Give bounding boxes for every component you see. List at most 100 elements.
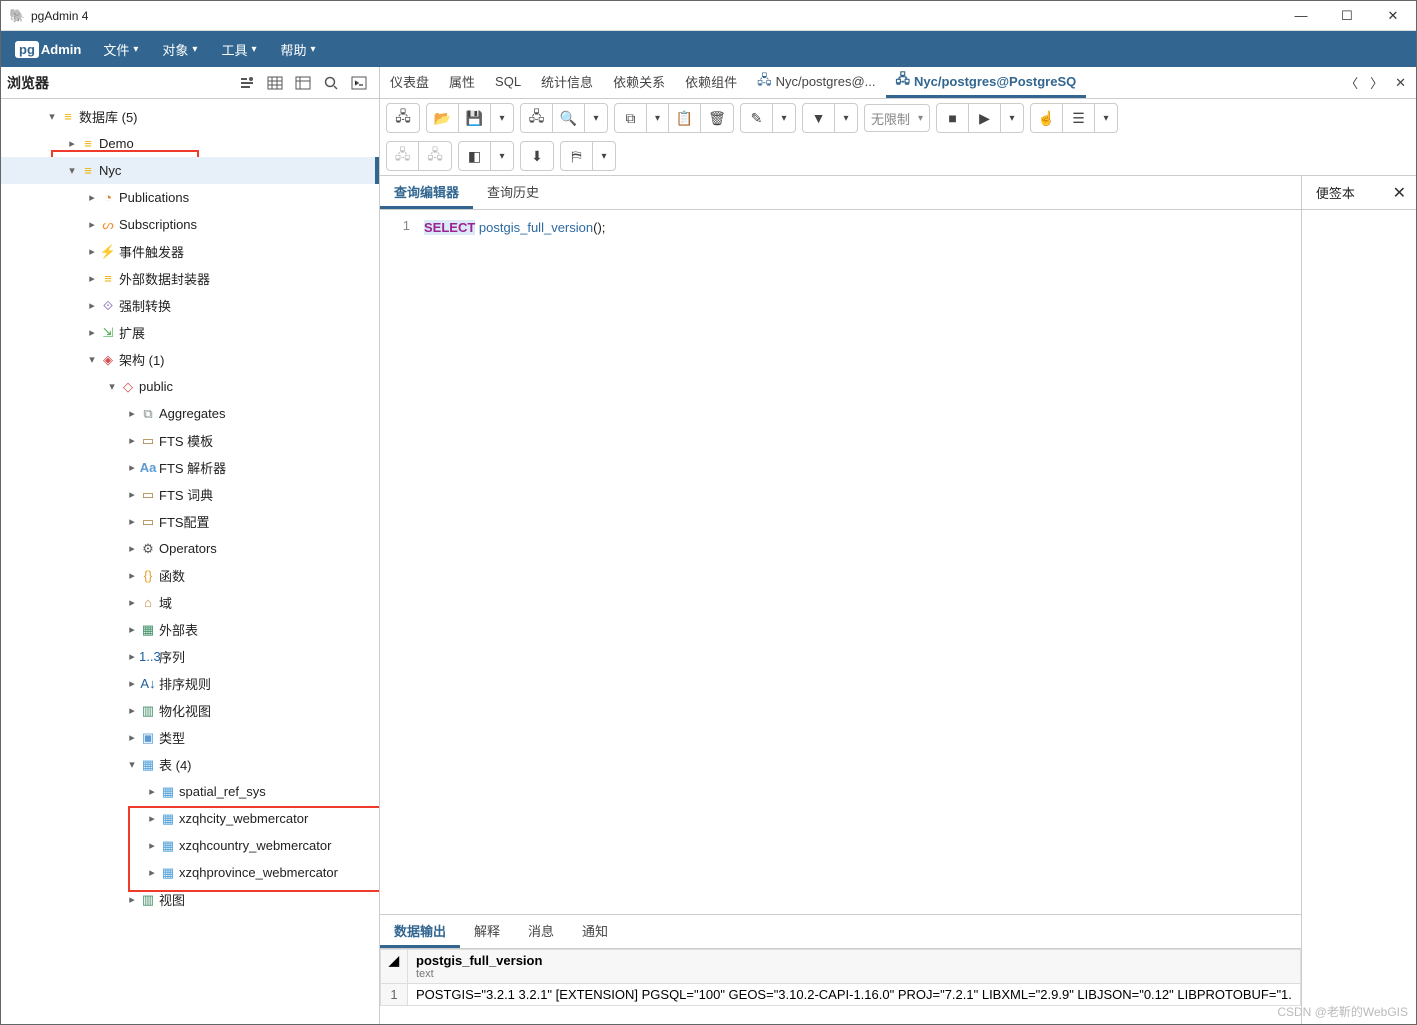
save-icon[interactable]: 💾 <box>459 104 491 132</box>
tab-notifications[interactable]: 通知 <box>568 915 622 948</box>
explain-dropdown-icon[interactable]: ▾ <box>1095 104 1117 132</box>
menu-file[interactable]: 文件▾ <box>91 31 150 67</box>
search-icon[interactable] <box>317 70 345 96</box>
tree-collations[interactable]: ▸A↓排序规则 <box>1 670 379 697</box>
tab-dependencies[interactable]: 依赖关系 <box>603 67 675 98</box>
column-header[interactable]: postgis_full_versiontext <box>408 950 1301 984</box>
tree-fts-parsers[interactable]: ▸AaFTS 解析器 <box>1 454 379 481</box>
foreign-wrappers-icon: ≡ <box>99 271 117 286</box>
close-button[interactable]: ✕ <box>1370 1 1416 31</box>
delete-icon[interactable]: 🗑 <box>701 104 733 132</box>
tree-functions[interactable]: ▸{}函数 <box>1 562 379 589</box>
tab-close-icon[interactable]: ✕ <box>1391 73 1410 93</box>
tree-table-item[interactable]: ▸▦xzqhcity_webmercator <box>1 805 379 832</box>
tree-fts-dictionaries[interactable]: ▸▭FTS 词典 <box>1 481 379 508</box>
execute-dropdown-icon[interactable]: ▾ <box>1001 104 1023 132</box>
explain-icon[interactable]: ☝ <box>1031 104 1063 132</box>
copy-dropdown-icon[interactable]: ▾ <box>647 104 669 132</box>
filter-rows-icon[interactable] <box>289 70 317 96</box>
tab-statistics[interactable]: 统计信息 <box>531 67 603 98</box>
tree-table-item[interactable]: ▸▦xzqhprovince_webmercator <box>1 859 379 886</box>
menu-tools[interactable]: 工具▾ <box>209 31 268 67</box>
tree-operators[interactable]: ▸⚙Operators <box>1 535 379 562</box>
rollback-icon[interactable]: 🖧 <box>419 142 451 170</box>
tree-schema-public[interactable]: ▾◇public <box>1 373 379 400</box>
tree-types[interactable]: ▸▣类型 <box>1 724 379 751</box>
tree-event-triggers[interactable]: ▸⚡事件触发器 <box>1 238 379 265</box>
tree-views[interactable]: ▸▥视图 <box>1 886 379 913</box>
view-data-icon[interactable] <box>261 70 289 96</box>
open-file-icon[interactable]: 📂 <box>427 104 459 132</box>
tab-explain[interactable]: 解释 <box>460 915 514 948</box>
tab-query-history[interactable]: 查询历史 <box>473 176 553 209</box>
tree-subscriptions[interactable]: ▸ᔕSubscriptions <box>1 211 379 238</box>
tab-dependents[interactable]: 依赖组件 <box>675 67 747 98</box>
save-dropdown-icon[interactable]: ▾ <box>491 104 513 132</box>
connection-button[interactable]: 🖧 <box>387 104 419 132</box>
commit-icon[interactable]: 🖧 <box>387 142 419 170</box>
paste-icon[interactable]: 📋 <box>669 104 701 132</box>
tree-table-item[interactable]: ▸▦xzqhcountry_webmercator <box>1 832 379 859</box>
filter-dropdown-icon[interactable]: ▾ <box>835 104 857 132</box>
query-tool-icon[interactable] <box>233 70 261 96</box>
tree-extensions[interactable]: ▸⇲扩展 <box>1 319 379 346</box>
casts-icon: ⟐ <box>99 298 117 314</box>
tab-scroll-left-icon[interactable]: 〈 <box>1341 71 1362 94</box>
edit-data-icon[interactable]: 🖧 <box>521 104 553 132</box>
limit-select[interactable]: 无限制▾ <box>864 104 930 132</box>
execute-icon[interactable]: ▶ <box>969 104 1001 132</box>
tree-db-demo[interactable]: ▸≡Demo <box>1 130 379 157</box>
results-grid[interactable]: ◢postgis_full_versiontext 1POSTGIS="3.2.… <box>380 949 1301 1024</box>
tree-mat-views[interactable]: ▸▥物化视图 <box>1 697 379 724</box>
tab-dashboard[interactable]: 仪表盘 <box>380 67 439 98</box>
tree-foreign-tables[interactable]: ▸▦外部表 <box>1 616 379 643</box>
tab-sql[interactable]: SQL <box>485 67 531 98</box>
tree-foreign-wrappers[interactable]: ▸≡外部数据封装器 <box>1 265 379 292</box>
sql-text[interactable]: SELECT postgis_full_version(); <box>420 210 1301 914</box>
find-dropdown-icon[interactable]: ▾ <box>585 104 607 132</box>
find-icon[interactable]: 🔍 <box>553 104 585 132</box>
tab-connection-2[interactable]: 🖧Nyc/postgres@PostgreSQ <box>886 67 1087 98</box>
tab-data-output[interactable]: 数据输出 <box>380 915 460 948</box>
filter-icon[interactable]: ▼ <box>803 104 835 132</box>
psql-icon[interactable] <box>345 70 373 96</box>
explain-analyze-icon[interactable]: ☰ <box>1063 104 1095 132</box>
tab-properties[interactable]: 属性 <box>439 67 485 98</box>
download-icon[interactable]: ⬇ <box>521 142 553 170</box>
tree-sequences[interactable]: ▸1..3序列 <box>1 643 379 670</box>
tab-messages[interactable]: 消息 <box>514 915 568 948</box>
tree-table-item[interactable]: ▸▦spatial_ref_sys <box>1 778 379 805</box>
menu-object[interactable]: 对象▾ <box>150 31 209 67</box>
grid-corner[interactable]: ◢ <box>381 950 408 984</box>
stop-icon[interactable]: ■ <box>937 104 969 132</box>
tree-publications[interactable]: ▸◔Publications <box>1 184 379 211</box>
tree-db-nyc[interactable]: ▾≡Nyc <box>1 157 379 184</box>
menu-help[interactable]: 帮助▾ <box>268 31 327 67</box>
clear-dropdown-icon[interactable]: ▾ <box>491 142 513 170</box>
macros-dropdown-icon[interactable]: ▾ <box>593 142 615 170</box>
tree-schemas[interactable]: ▾◈架构 (1) <box>1 346 379 373</box>
scratchpad-close-icon[interactable]: ✕ <box>1383 176 1416 209</box>
tree-databases[interactable]: ▾≡数据库 (5) <box>1 103 379 130</box>
tree-tables[interactable]: ▾▦表 (4) <box>1 751 379 778</box>
minimize-button[interactable]: — <box>1278 1 1324 31</box>
object-tree[interactable]: ▾≡数据库 (5) ▸≡Demo ▾≡Nyc ▸◔Publications ▸ᔕ… <box>1 99 379 1024</box>
tab-query-editor[interactable]: 查询编辑器 <box>380 176 473 209</box>
tree-fts-templates[interactable]: ▸▭FTS 模板 <box>1 427 379 454</box>
clear-icon[interactable]: ◧ <box>459 142 491 170</box>
sql-editor[interactable]: 1 SELECT postgis_full_version(); <box>380 210 1301 914</box>
tree-aggregates[interactable]: ▸⧉Aggregates <box>1 400 379 427</box>
scratchpad-body[interactable] <box>1302 210 1416 1024</box>
tab-scroll-right-icon[interactable]: 〉 <box>1366 71 1387 94</box>
tree-casts[interactable]: ▸⟐强制转换 <box>1 292 379 319</box>
cell-value[interactable]: POSTGIS="3.2.1 3.2.1" [EXTENSION] PGSQL=… <box>408 984 1301 1006</box>
macros-icon[interactable]: ⛿ <box>561 142 593 170</box>
tree-fts-config[interactable]: ▸▭FTS配置 <box>1 508 379 535</box>
tab-connection-1[interactable]: 🖧Nyc/postgres@... <box>747 67 885 98</box>
row-number[interactable]: 1 <box>381 984 408 1006</box>
maximize-button[interactable]: ☐ <box>1324 1 1370 31</box>
copy-icon[interactable]: ⧉ <box>615 104 647 132</box>
edit-dropdown-icon[interactable]: ▾ <box>773 104 795 132</box>
tree-domains[interactable]: ▸⌂域 <box>1 589 379 616</box>
edit-icon[interactable]: ✎ <box>741 104 773 132</box>
